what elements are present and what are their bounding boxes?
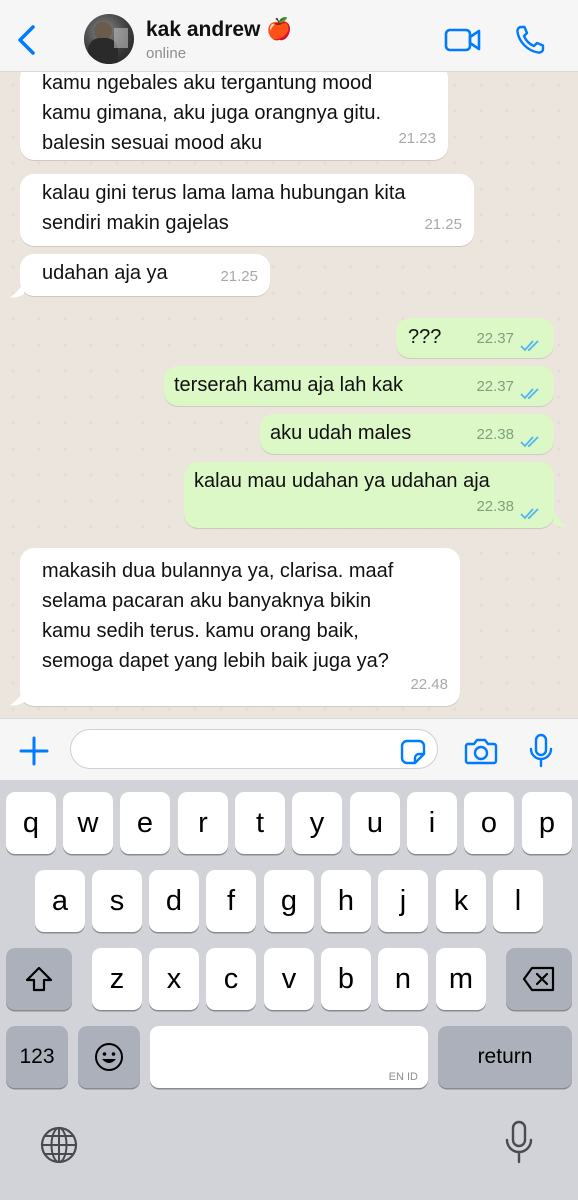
key-v[interactable]: v [264, 948, 314, 1010]
message-time: 21.25 [424, 216, 462, 233]
key-w[interactable]: w [63, 792, 113, 854]
key-j[interactable]: j [378, 870, 428, 932]
chevron-left-icon[interactable] [12, 22, 44, 58]
read-receipt-icon [520, 340, 539, 352]
key-d[interactable]: d [149, 870, 199, 932]
key-k[interactable]: k [436, 870, 486, 932]
plus-icon[interactable] [18, 735, 50, 767]
key-i[interactable]: i [407, 792, 457, 854]
key-t[interactable]: t [235, 792, 285, 854]
video-camera-icon[interactable] [444, 26, 482, 54]
message-text: semoga dapet yang lebih baik juga ya? [42, 650, 389, 672]
message-bubble-outgoing[interactable]: aku udah males 22.38 [260, 414, 554, 454]
key-z[interactable]: z [92, 948, 142, 1010]
backspace-icon [522, 966, 555, 992]
phone-icon[interactable] [514, 24, 546, 56]
delete-key[interactable] [506, 948, 572, 1010]
message-text: sendiri makin gajelas [42, 212, 229, 234]
message-time: 21.25 [220, 268, 258, 285]
key-o[interactable]: o [464, 792, 514, 854]
composer-bar [0, 718, 578, 780]
dictation-mic-icon[interactable] [504, 1120, 534, 1166]
emoji-key[interactable] [78, 1026, 140, 1088]
shift-key[interactable] [6, 948, 72, 1010]
contact-status: online [146, 45, 187, 62]
message-bubble-incoming[interactable]: kamu ngebales aku tergantung mood kamu g… [20, 72, 448, 160]
keyboard: q w e r t y u i o p a s d f g h j k l z … [0, 780, 578, 1200]
key-u[interactable]: u [350, 792, 400, 854]
key-e[interactable]: e [120, 792, 170, 854]
message-time: 22.37 [476, 330, 514, 347]
message-text: makasih dua bulannya ya, clarisa. maaf [42, 560, 394, 582]
avatar[interactable] [84, 14, 134, 64]
sticker-icon[interactable] [400, 739, 426, 765]
message-text: kamu ngebales aku tergantung mood [42, 72, 373, 94]
message-time: 22.38 [476, 498, 514, 515]
key-n[interactable]: n [378, 948, 428, 1010]
message-bubble-outgoing[interactable]: kalau mau udahan ya udahan aja 22.38 [184, 462, 554, 528]
space-key[interactable]: EN ID [150, 1026, 428, 1088]
chat-area[interactable]: kamu ngebales aku tergantung mood kamu g… [0, 72, 578, 718]
message-time: 22.38 [476, 426, 514, 443]
return-key[interactable]: return [438, 1026, 572, 1088]
message-bubble-outgoing[interactable]: ??? 22.37 [396, 318, 554, 358]
bubble-tail [554, 512, 568, 528]
message-bubble-outgoing[interactable]: terserah kamu aja lah kak 22.37 [164, 366, 554, 406]
key-c[interactable]: c [206, 948, 256, 1010]
key-l[interactable]: l [493, 870, 543, 932]
message-text: kamu sedih terus. kamu orang baik, [42, 620, 359, 642]
key-g[interactable]: g [264, 870, 314, 932]
camera-icon[interactable] [464, 737, 498, 765]
key-x[interactable]: x [149, 948, 199, 1010]
read-receipt-icon [520, 508, 539, 520]
key-p[interactable]: p [522, 792, 572, 854]
message-time: 21.23 [398, 130, 436, 147]
read-receipt-icon [520, 436, 539, 448]
key-h[interactable]: h [321, 870, 371, 932]
key-q[interactable]: q [6, 792, 56, 854]
bubble-tail [10, 282, 24, 298]
key-r[interactable]: r [178, 792, 228, 854]
message-text: selama pacaran aku banyaknya bikin [42, 590, 372, 612]
key-b[interactable]: b [321, 948, 371, 1010]
message-text: balesin sesuai mood aku [42, 132, 263, 154]
message-text: kalau gini terus lama lama hubungan kita [42, 182, 406, 204]
message-time: 22.37 [476, 378, 514, 395]
key-s[interactable]: s [92, 870, 142, 932]
emoji-icon [95, 1043, 123, 1071]
shift-icon [25, 966, 53, 992]
message-bubble-incoming[interactable]: makasih dua bulannya ya, clarisa. maaf s… [20, 548, 460, 706]
numbers-key[interactable]: 123 [6, 1026, 68, 1088]
keyboard-language-label: EN ID [388, 1071, 418, 1083]
key-y[interactable]: y [292, 792, 342, 854]
message-bubble-incoming[interactable]: udahan aja ya 21.25 [20, 254, 270, 296]
contact-name[interactable]: kak andrew 🍎 [146, 18, 292, 42]
chat-header: kak andrew 🍎 online [0, 0, 578, 72]
key-f[interactable]: f [206, 870, 256, 932]
read-receipt-icon [520, 388, 539, 400]
message-bubble-incoming[interactable]: kalau gini terus lama lama hubungan kita… [20, 174, 474, 246]
key-m[interactable]: m [436, 948, 486, 1010]
microphone-icon[interactable] [528, 733, 554, 769]
key-a[interactable]: a [35, 870, 85, 932]
message-input[interactable] [70, 729, 438, 769]
globe-icon[interactable] [38, 1124, 80, 1166]
message-text: kamu gimana, aku juga orangnya gitu. [42, 102, 382, 124]
message-time: 22.48 [410, 676, 448, 693]
bubble-tail [10, 690, 24, 706]
